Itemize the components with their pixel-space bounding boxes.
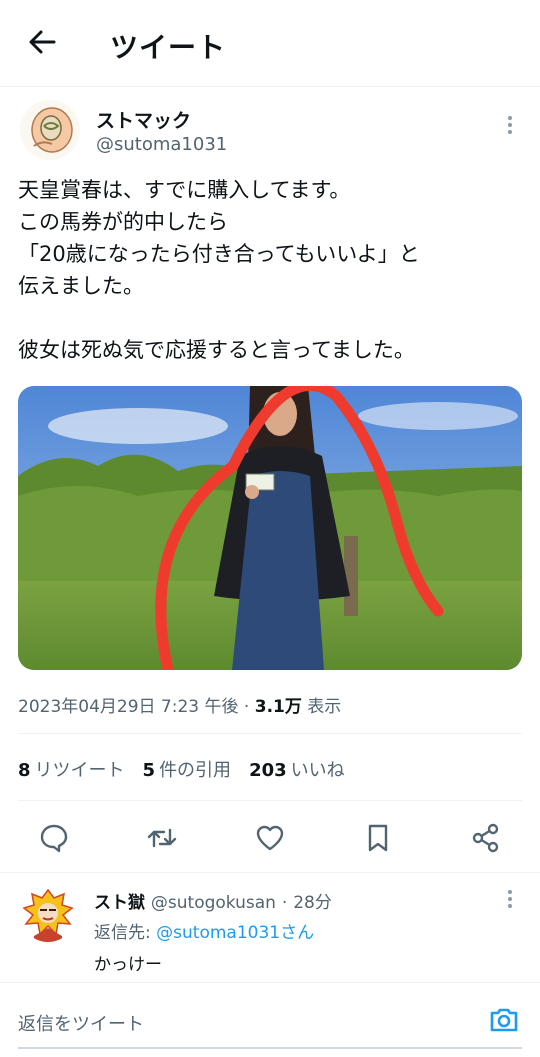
likes-stat[interactable]: 203 いいね [249,760,345,781]
tweet-photo[interactable] [18,386,522,670]
avatar[interactable] [20,100,80,160]
tweet-stats: 8 リツイート 5 件の引用 203 いいね [18,756,345,782]
top-bar [0,0,540,87]
reply-to-link[interactable]: @sutoma1031さん [156,923,314,943]
quotes-stat[interactable]: 5 件の引用 [143,760,232,781]
views-count: 3.1万 [254,697,302,717]
composer-underline [18,1047,522,1049]
like-icon[interactable] [254,822,286,854]
author-handle[interactable]: @sutoma1031 [96,134,227,155]
likes-label: いいね [290,760,345,781]
reply-text: かっけー [94,955,162,975]
reply-to-label: 返信先: [94,923,151,943]
views-label: 表示 [307,697,342,717]
divider [18,800,522,801]
reply-author: スト獄 @sutogokusan · 28分 [94,888,332,913]
tweet-timestamp[interactable]: 2023年04月29日 7:23 午後 [18,697,239,717]
retweets-count: 8 [18,760,31,781]
quotes-count: 5 [142,760,156,781]
author-name[interactable]: ストマック [96,106,191,133]
retweets-label: リツイート [34,760,125,781]
tweet-meta: 2023年04月29日 7:23 午後 · 3.1万 表示 [18,697,342,717]
retweets-stat[interactable]: 8 リツイート [18,760,125,781]
bookmark-icon[interactable] [362,822,394,854]
divider [18,733,522,734]
share-icon[interactable] [470,822,502,854]
reply-more-icon[interactable] [500,890,520,912]
reply-separator: · [281,893,288,913]
tweet-text: 天皇賞春は、すでに購入してます。 この馬券が的中したら 「20歳になったら付き合… [18,178,420,362]
reply-avatar[interactable] [20,886,76,942]
likes-count: 203 [249,760,287,781]
reply-author-name[interactable]: スト獄 [94,893,145,913]
reply-input[interactable]: 返信をツイート [18,1010,144,1036]
reply-time: 28分 [293,893,332,913]
page-title: ツイート [110,31,227,64]
quotes-label: 件の引用 [159,760,232,781]
back-arrow-icon[interactable] [24,24,60,60]
reply-author-handle[interactable]: @sutogokusan [151,893,276,913]
reply-icon[interactable] [38,822,70,854]
more-icon[interactable] [500,116,520,138]
reply-to: 返信先: @sutoma1031さん [94,918,314,943]
retweet-icon[interactable] [146,822,178,854]
camera-icon[interactable] [488,1004,520,1036]
action-bar [0,804,540,870]
